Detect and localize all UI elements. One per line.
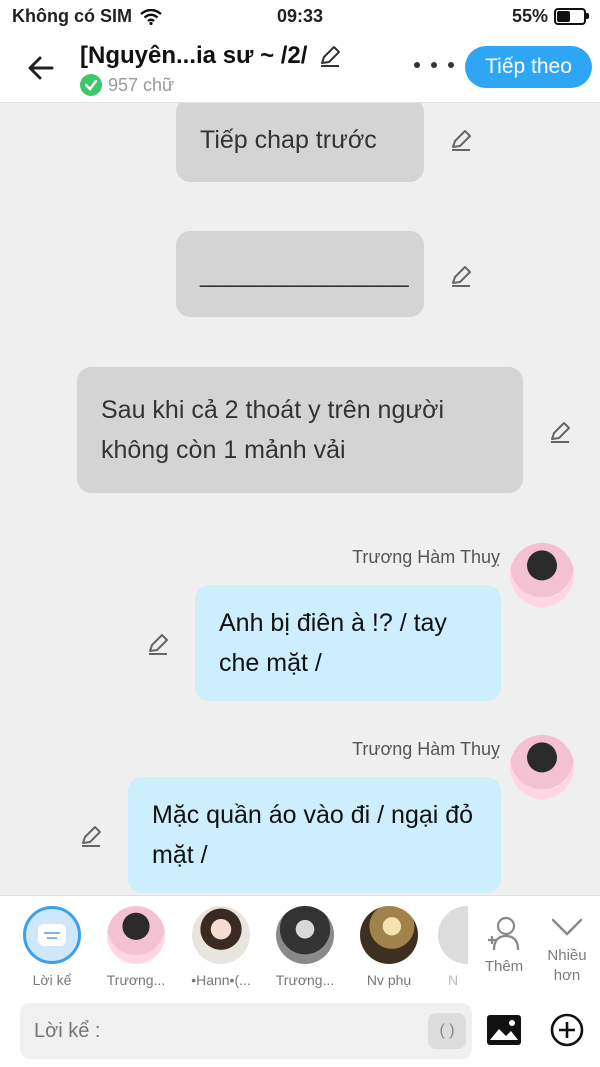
chat-area[interactable]: Tiếp chap trước _______________ Sau khi … <box>0 103 600 895</box>
battery-fill <box>557 11 570 22</box>
back-arrow-icon[interactable] <box>22 48 62 88</box>
character-bubble[interactable]: Anh bị điên à !? / tay che mặt / <box>195 585 501 701</box>
message-text: Tiếp chap trước <box>200 126 377 154</box>
saved-check-icon <box>80 74 102 96</box>
add-person-icon <box>488 916 520 951</box>
character-bubble[interactable]: Mặc quần áo vào đi / ngại đỏ mặt / <box>128 777 501 893</box>
title-area: [Nguyên...ia sư ~ /2/ 957 chữ <box>80 42 343 96</box>
edit-message-icon[interactable] <box>145 631 171 657</box>
edit-title-icon[interactable] <box>317 43 343 69</box>
battery-icon <box>554 8 589 25</box>
character-avatar[interactable] <box>510 543 574 607</box>
character-name: Trương... <box>275 972 335 988</box>
character-item[interactable]: •Hann•(... <box>186 906 256 988</box>
character-item[interactable]: Trương... <box>270 906 340 988</box>
message-text: Sau khi cả 2 thoát y trên người không cò… <box>101 396 445 464</box>
character-item[interactable]: N <box>438 906 468 988</box>
speaker-name: Trương Hàm Thuỵ <box>352 739 500 759</box>
character-name: •Hann•(... <box>191 972 251 988</box>
character-avatar <box>360 906 418 964</box>
character-narrator[interactable]: Lời kể <box>17 906 87 988</box>
input-bar: ( ) <box>0 995 600 1067</box>
add-label: Thêm <box>484 958 524 975</box>
edit-message-icon[interactable] <box>448 127 474 153</box>
narration-bubble[interactable]: _______________ <box>176 231 424 317</box>
edit-message-icon[interactable] <box>78 823 104 849</box>
more-options-icon[interactable] <box>414 50 454 80</box>
image-icon[interactable] <box>486 1014 522 1046</box>
edit-message-icon[interactable] <box>448 263 474 289</box>
next-button[interactable]: Tiếp theo <box>465 46 592 88</box>
battery-percent: 55% <box>511 6 548 26</box>
story-title[interactable]: [Nguyên...ia sư ~ /2/ <box>80 42 307 70</box>
story-header: [Nguyên...ia sư ~ /2/ 957 chữ Tiếp theo <box>0 34 600 103</box>
add-character-button[interactable]: Thêm <box>478 914 530 975</box>
character-bar: Lời kể Trương... •Hann•(... Trương... Nv… <box>0 895 600 996</box>
clock: 09:33 <box>276 6 324 26</box>
character-name: Lời kể <box>32 972 72 988</box>
message-text: Anh bị điên à !? / tay che mặt / <box>219 609 447 677</box>
character-avatar <box>107 906 165 964</box>
character-name: Nv phụ <box>366 972 412 988</box>
narration-bubble[interactable]: Tiếp chap trước <box>176 103 424 182</box>
status-right: 55% <box>511 6 589 27</box>
character-avatar[interactable] <box>510 735 574 799</box>
speaker-name: Trương Hàm Thuỵ <box>352 547 500 567</box>
more-characters-button[interactable]: Nhiều hơn <box>537 914 597 986</box>
plus-circle-icon[interactable] <box>550 1013 584 1047</box>
character-avatar <box>276 906 334 964</box>
narration-bubble[interactable]: Sau khi cả 2 thoát y trên người không cò… <box>77 367 523 493</box>
character-avatar <box>192 906 250 964</box>
character-avatar <box>438 906 468 964</box>
message-text: _______________ <box>200 260 409 288</box>
character-name: Trương... <box>106 972 166 988</box>
character-item[interactable]: Nv phụ <box>354 906 424 988</box>
message-text: Mặc quần áo vào đi / ngại đỏ mặt / <box>152 801 474 869</box>
message-input[interactable] <box>20 1003 472 1059</box>
status-bar: Không có SIM 09:33 55% <box>0 0 600 34</box>
character-item[interactable]: Trương... <box>101 906 171 988</box>
word-count: 957 chữ <box>108 74 175 95</box>
chevron-down-icon <box>551 918 583 936</box>
edit-message-icon[interactable] <box>547 419 573 445</box>
more-label: Nhiều hơn <box>547 947 587 984</box>
parenthesis-button[interactable]: ( ) <box>428 1013 466 1049</box>
character-name: N <box>447 972 459 988</box>
narrator-icon <box>23 906 81 964</box>
